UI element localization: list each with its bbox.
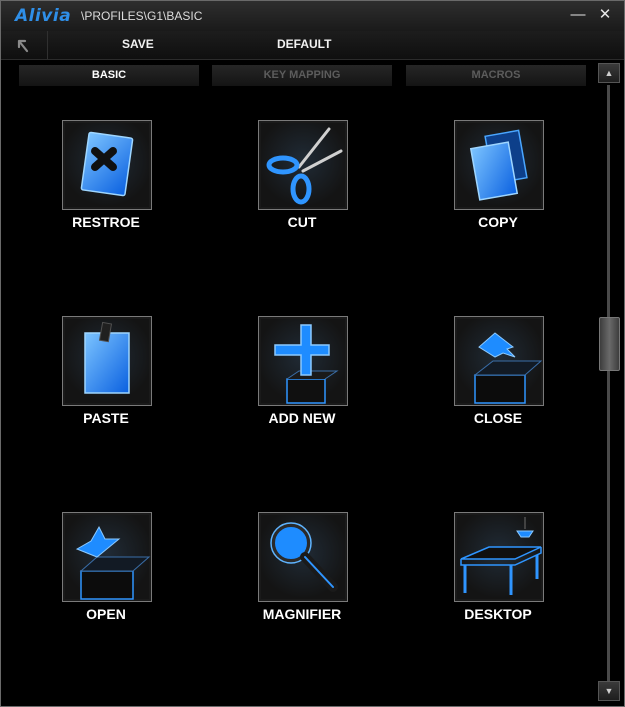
function-tile-restore[interactable]: RESTROE xyxy=(16,120,196,250)
tab-macros[interactable]: MACROS xyxy=(406,65,586,86)
paste-icon xyxy=(62,316,152,406)
tile-label: COPY xyxy=(478,214,518,230)
tile-label: OPEN xyxy=(86,606,126,622)
minimize-button[interactable]: — xyxy=(569,6,587,24)
scroll-track[interactable] xyxy=(607,85,610,683)
function-tile-close[interactable]: CLOSE xyxy=(408,316,588,446)
function-tile-add-new[interactable]: ADD NEW xyxy=(212,316,392,446)
scissors-icon xyxy=(258,120,348,210)
scroll-down-button[interactable]: ▼ xyxy=(598,681,620,701)
save-button[interactable]: SAVE xyxy=(122,37,154,51)
app-window: Alivia \PROFILES\G1\BASIC — ✕ SAVE DEFAU… xyxy=(0,0,625,707)
profile-path: \PROFILES\G1\BASIC xyxy=(81,9,203,23)
open-box-icon xyxy=(62,512,152,602)
tab-basic[interactable]: BASIC xyxy=(19,65,199,86)
tile-label: PASTE xyxy=(83,410,129,426)
tab-key-mapping[interactable]: KEY MAPPING xyxy=(212,65,392,86)
restore-icon xyxy=(62,120,152,210)
function-tile-copy[interactable]: COPY xyxy=(408,120,588,250)
function-tile-cut[interactable]: CUT xyxy=(212,120,392,250)
tile-label: ADD NEW xyxy=(268,410,336,426)
copy-icon xyxy=(454,120,544,210)
function-tile-open[interactable]: OPEN xyxy=(16,512,196,642)
tile-label: CLOSE xyxy=(473,410,523,426)
close-window-button[interactable]: ✕ xyxy=(596,6,614,24)
desktop-icon xyxy=(454,512,544,602)
vertical-scrollbar[interactable]: ▲ ▼ xyxy=(598,63,620,703)
function-tile-desktop[interactable]: DESKTOP xyxy=(408,512,588,642)
function-tile-magnifier[interactable]: MAGNIFIER xyxy=(212,512,392,642)
default-button[interactable]: DEFAULT xyxy=(277,37,331,51)
title-bar: Alivia \PROFILES\G1\BASIC — ✕ xyxy=(1,1,624,31)
toolbar: SAVE DEFAULT xyxy=(1,31,624,60)
back-arrow-icon xyxy=(17,39,29,53)
scroll-up-button[interactable]: ▲ xyxy=(598,63,620,83)
scroll-thumb[interactable] xyxy=(599,317,620,371)
magnifier-icon xyxy=(258,512,348,602)
app-logo: Alivia xyxy=(15,6,72,26)
tile-label: DESKTOP xyxy=(464,606,532,622)
back-button[interactable] xyxy=(1,31,48,59)
add-new-icon xyxy=(258,316,348,406)
function-tile-paste[interactable]: PASTE xyxy=(16,316,196,446)
tile-label: MAGNIFIER xyxy=(262,606,342,622)
close-box-icon xyxy=(454,316,544,406)
tile-label: RESTROE xyxy=(72,214,140,230)
tile-label: CUT xyxy=(287,214,317,230)
